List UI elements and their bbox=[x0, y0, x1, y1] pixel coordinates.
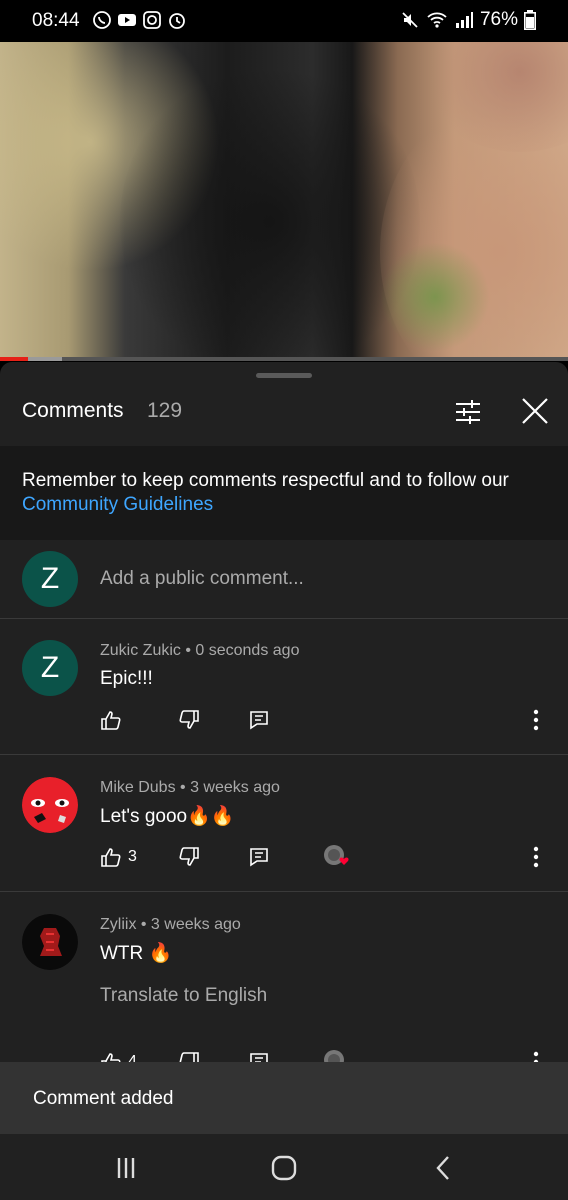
community-notice: Remember to keep comments respectful and… bbox=[0, 446, 568, 540]
notification-icons bbox=[92, 10, 187, 30]
thumbs-up-icon bbox=[101, 711, 121, 730]
battery-icon bbox=[524, 10, 536, 30]
signal-icon bbox=[455, 12, 473, 28]
comments-count: 129 bbox=[147, 399, 183, 422]
battery-percent: 76% bbox=[479, 9, 518, 30]
sort-filter-icon[interactable] bbox=[452, 396, 484, 428]
like-button[interactable] bbox=[100, 706, 122, 734]
creator-heart-icon bbox=[324, 845, 349, 865]
translate-link[interactable]: Translate to English bbox=[100, 985, 267, 1007]
comment-meta: Mike Dubs • 3 weeks ago bbox=[100, 779, 280, 796]
avatar[interactable]: Z bbox=[22, 640, 78, 696]
comments-header: Comments 129 bbox=[0, 392, 568, 446]
video-player[interactable] bbox=[0, 42, 568, 360]
system-status: 76% bbox=[400, 9, 536, 31]
home-icon[interactable] bbox=[270, 1154, 298, 1182]
whatsapp-icon bbox=[93, 11, 111, 29]
video-progress-bar[interactable] bbox=[0, 357, 568, 361]
recent-apps-icon[interactable] bbox=[112, 1154, 140, 1182]
like-count: 3 bbox=[128, 848, 137, 865]
comment-item: Z Zukic Zukic • 0 seconds ago Epic!!! bbox=[0, 618, 568, 755]
status-bar: 08:44 76% bbox=[0, 0, 568, 42]
comment-text: Epic!!! bbox=[100, 668, 153, 689]
reply-button[interactable] bbox=[248, 706, 270, 734]
status-time: 08:44 bbox=[32, 10, 80, 31]
reply-icon bbox=[250, 711, 268, 730]
avatar[interactable] bbox=[22, 777, 78, 833]
timer-icon bbox=[169, 13, 185, 29]
dislike-button[interactable] bbox=[178, 706, 200, 734]
dislike-button[interactable] bbox=[178, 843, 200, 871]
like-button[interactable]: 3 bbox=[100, 843, 137, 871]
community-guidelines-link[interactable]: Community Guidelines bbox=[22, 494, 213, 516]
comment-meta: Zyliix • 3 weeks ago bbox=[100, 916, 241, 933]
wifi-icon bbox=[427, 12, 447, 28]
system-nav-bar bbox=[0, 1134, 568, 1200]
notice-text: Remember to keep comments respectful and… bbox=[22, 470, 509, 491]
thumbs-up-icon bbox=[101, 848, 121, 867]
toast-message: Comment added bbox=[33, 1088, 174, 1109]
comments-title: Comments bbox=[22, 399, 124, 422]
comment-input[interactable]: Add a public comment... bbox=[100, 568, 304, 590]
comment-text: WTR 🔥 bbox=[100, 943, 173, 964]
thumbs-down-icon bbox=[179, 710, 199, 729]
comment-item: Mike Dubs • 3 weeks ago Let's gooo🔥🔥 3 bbox=[0, 755, 568, 892]
back-icon[interactable] bbox=[430, 1154, 458, 1182]
more-options-icon[interactable] bbox=[532, 708, 540, 732]
instagram-icon bbox=[143, 11, 161, 29]
add-comment-row[interactable]: Z Add a public comment... bbox=[0, 540, 568, 619]
mute-icon bbox=[402, 12, 418, 28]
comment-actions bbox=[100, 706, 560, 734]
reply-button[interactable] bbox=[248, 843, 270, 871]
drag-handle[interactable] bbox=[256, 373, 312, 378]
avatar: Z bbox=[22, 551, 78, 607]
comment-actions: 3 bbox=[100, 843, 560, 871]
youtube-icon bbox=[118, 14, 136, 26]
comment-text: Let's gooo🔥🔥 bbox=[100, 806, 235, 827]
snackbar-toast: Comment added bbox=[0, 1062, 568, 1134]
video-progress-fill bbox=[0, 357, 29, 361]
thumbs-down-icon bbox=[179, 847, 199, 866]
more-options-icon[interactable] bbox=[532, 845, 540, 869]
reply-icon bbox=[250, 848, 268, 867]
comment-meta: Zukic Zukic • 0 seconds ago bbox=[100, 642, 300, 659]
avatar[interactable] bbox=[22, 914, 78, 970]
close-icon[interactable] bbox=[518, 394, 552, 428]
